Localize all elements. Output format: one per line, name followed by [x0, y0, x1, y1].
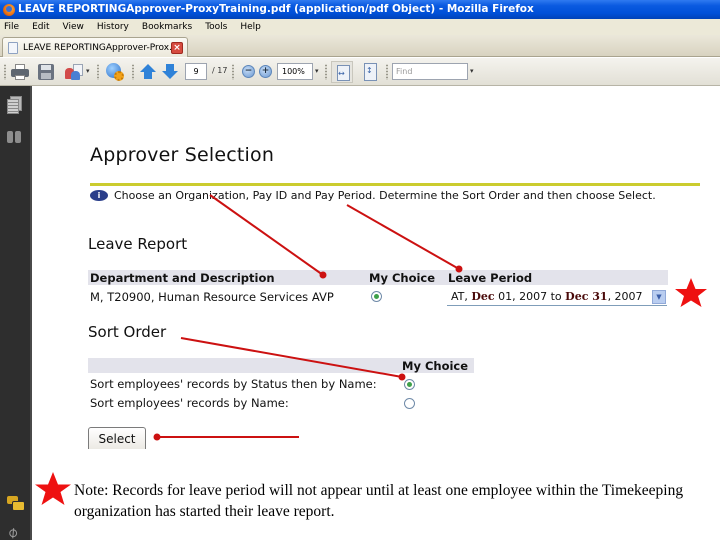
toolbar-grip [132, 64, 134, 80]
print-icon[interactable] [11, 64, 29, 80]
period-end-month: Dec [565, 290, 589, 303]
document-icon [8, 41, 18, 54]
sort-status-radio[interactable] [404, 379, 415, 390]
column-my-choice: My Choice [369, 271, 436, 285]
tab-label: LEAVE REPORTINGApprover-Prox... [23, 42, 178, 53]
window-title-bar: LEAVE REPORTINGApprover-ProxyTraining.pd… [0, 0, 720, 19]
menu-help[interactable]: Help [240, 22, 261, 32]
menu-bookmarks[interactable]: Bookmarks [142, 22, 192, 32]
zoom-in-icon[interactable]: + [259, 65, 272, 78]
pdf-sidebar: ⌀ [0, 86, 32, 540]
share-dropdown-icon[interactable]: ▾ [86, 67, 90, 75]
share-icon[interactable] [65, 64, 83, 80]
previous-page-icon[interactable] [140, 64, 156, 80]
firefox-icon [3, 3, 15, 16]
department-radio[interactable] [371, 291, 382, 302]
sort-order-table-header: My Choice [88, 358, 474, 373]
web-settings-icon[interactable] [106, 63, 124, 81]
period-end-day: 31 [588, 290, 608, 303]
page-number-input[interactable]: 9 [185, 63, 207, 80]
next-page-icon[interactable] [162, 64, 178, 80]
zoom-dropdown-icon[interactable]: ▾ [315, 67, 319, 75]
page-title: Approver Selection [90, 144, 275, 166]
zoom-level-input[interactable]: 100% [277, 63, 313, 80]
column-my-choice: My Choice [402, 359, 469, 373]
toolbar-grip [386, 64, 388, 80]
fit-width-button[interactable] [331, 61, 353, 83]
note-text: Note: Records for leave period will not … [74, 482, 684, 520]
toolbar-grip [4, 64, 6, 80]
find-input[interactable]: Find [392, 63, 468, 80]
menu-bar: File Edit View History Bookmarks Tools H… [0, 19, 720, 35]
column-leave-period: Leave Period [448, 271, 533, 285]
leave-report-heading: Leave Report [88, 235, 188, 253]
period-end-rest: , 2007 [607, 290, 643, 303]
period-start-rest: 01, 2007 to [494, 290, 566, 303]
sort-name-radio[interactable] [404, 398, 415, 409]
menu-edit[interactable]: Edit [32, 22, 49, 32]
period-prefix: AT, [451, 290, 472, 303]
period-start-month: Dec [471, 290, 495, 303]
department-row: M, T20900, Human Resource Services AVP [90, 290, 334, 304]
sort-option-name: Sort employees' records by Name: [90, 396, 289, 410]
find-dropdown-icon[interactable]: ▾ [470, 67, 474, 75]
menu-tools[interactable]: Tools [205, 22, 227, 32]
save-icon[interactable] [38, 64, 54, 80]
window-title: LEAVE REPORTINGApprover-ProxyTraining.pd… [18, 3, 534, 15]
paperclip-icon[interactable]: ⌀ [3, 519, 27, 540]
menu-file[interactable]: File [4, 22, 19, 32]
column-department: Department and Description [90, 271, 275, 285]
tab-bar: LEAVE REPORTINGApprover-Prox... × [0, 35, 720, 57]
select-button[interactable]: Select [88, 427, 146, 449]
chevron-down-icon[interactable]: ▼ [652, 290, 666, 304]
toolbar-grip [325, 64, 327, 80]
pdf-toolbar: ▾ 9 / 17 − + 100% ▾ Find ▾ [0, 58, 720, 86]
leave-report-table-header: Department and Description My Choice Lea… [88, 270, 668, 285]
leave-period-select[interactable]: AT, Dec 01, 2007 to Dec 31, 2007 ▼ [447, 289, 667, 306]
info-icon: i [90, 190, 108, 201]
close-tab-icon[interactable]: × [171, 42, 183, 54]
menu-view[interactable]: View [63, 22, 84, 32]
title-divider [90, 183, 700, 186]
binoculars-icon[interactable] [7, 128, 23, 144]
instructions-text: Choose an Organization, Pay ID and Pay P… [114, 189, 656, 202]
toolbar-divider [97, 64, 99, 80]
sort-option-status-name: Sort employees' records by Status then b… [90, 377, 377, 391]
menu-history[interactable]: History [97, 22, 129, 32]
fit-page-button[interactable] [362, 63, 378, 81]
comments-icon[interactable] [7, 496, 25, 512]
tab-pdf-document[interactable]: LEAVE REPORTINGApprover-Prox... × [2, 37, 188, 57]
sort-order-heading: Sort Order [88, 323, 167, 341]
pages-icon[interactable] [7, 96, 23, 114]
instructions: i Choose an Organization, Pay ID and Pay… [90, 189, 656, 202]
zoom-out-icon[interactable]: − [242, 65, 255, 78]
toolbar-grip [232, 64, 234, 80]
page-total: / 17 [212, 66, 228, 75]
